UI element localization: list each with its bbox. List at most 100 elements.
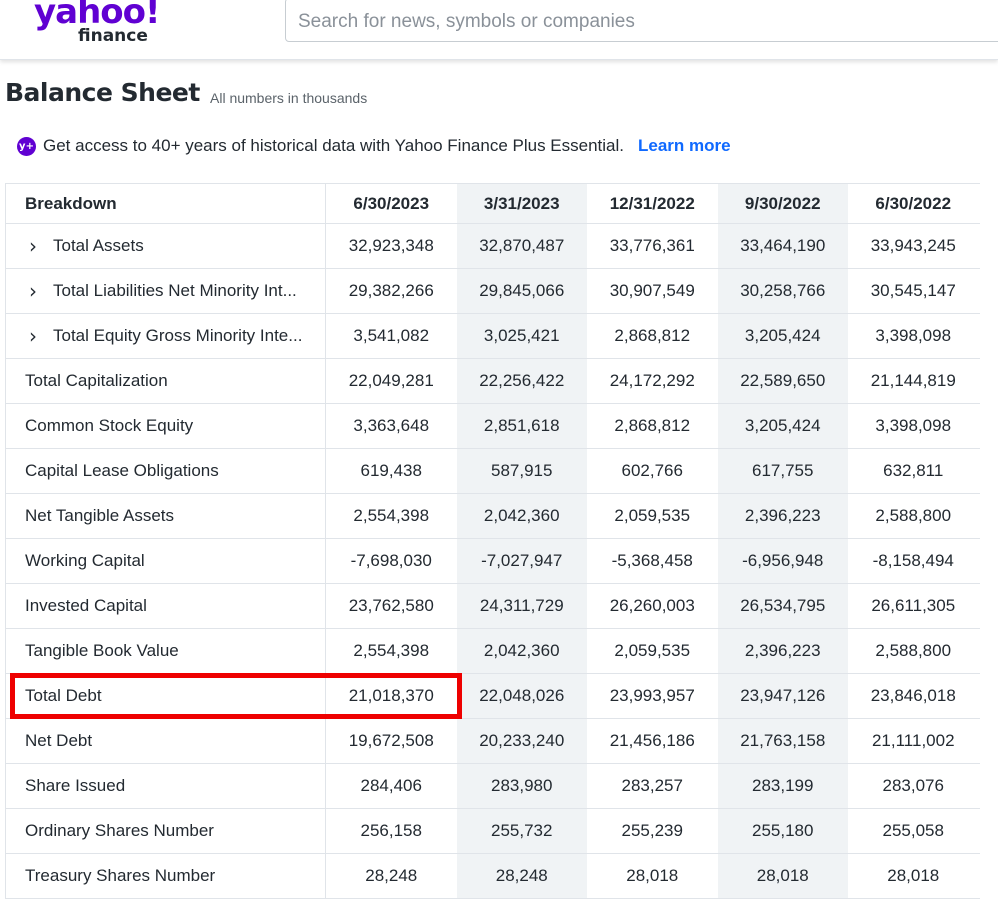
row-label: Ordinary Shares Number — [6, 809, 326, 853]
value-cell: -7,027,947 — [456, 539, 587, 583]
row-label[interactable]: › Total Liabilities Net Minority Int... — [6, 269, 326, 313]
value-cell: 22,048,026 — [456, 674, 587, 718]
table-row: Total Debt 21,018,370 22,048,026 23,993,957… — [6, 674, 980, 719]
value-cell: 2,042,360 — [456, 629, 587, 673]
value-cell: 2,396,223 — [717, 629, 848, 673]
promo-text: Get access to 40+ years of historical da… — [43, 136, 624, 155]
value-cell: 30,258,766 — [717, 269, 848, 313]
yahoo-finance-logo[interactable]: yahoo! finance — [34, 0, 164, 52]
column-header: 9/30/2022 — [717, 184, 848, 223]
value-cell: 3,541,082 — [353, 326, 430, 345]
value-cell: -5,368,458 — [611, 551, 693, 570]
row-label[interactable]: › Total Equity Gross Minority Inte... — [6, 314, 326, 358]
row-label-text: Total Equity Gross Minority Inte... — [53, 326, 303, 345]
value-cell: -6,956,948 — [717, 539, 848, 583]
row-label: Invested Capital — [6, 584, 326, 628]
chevron-right-icon[interactable]: › — [29, 326, 45, 346]
value-cell: 602,766 — [621, 461, 683, 480]
value-cell: 255,058 — [882, 821, 944, 840]
column-header: 6/30/2022 — [875, 193, 952, 213]
value-cell: 2,588,800 — [875, 641, 952, 660]
row-label: Net Debt — [6, 719, 326, 763]
balance-sheet-table: Breakdown 6/30/2023 3/31/2023 12/31/2022… — [5, 183, 980, 899]
value-cell: 617,755 — [717, 449, 848, 493]
row-label-text: Total Capitalization — [25, 371, 168, 390]
value-cell: 30,907,549 — [609, 281, 695, 300]
row-label-text: Net Tangible Assets — [25, 506, 174, 525]
row-label: Common Stock Equity — [6, 404, 326, 448]
learn-more-link[interactable]: Learn more — [638, 136, 731, 156]
value-cell: 22,589,650 — [717, 359, 848, 403]
promo-banner: y+ Get access to 40+ years of historical… — [17, 135, 731, 157]
value-cell: 283,199 — [717, 764, 848, 808]
value-cell: 28,018 — [887, 866, 940, 885]
value-cell: 23,947,126 — [717, 674, 848, 718]
value-cell: 2,554,398 — [353, 506, 430, 525]
table-row[interactable]: › Total Equity Gross Minority Inte... 3,54… — [6, 314, 980, 359]
table-row: Capital Lease Obligations 619,438 587,915 6… — [6, 449, 980, 494]
value-cell: 2,554,398 — [353, 641, 430, 660]
chevron-right-icon[interactable]: › — [29, 281, 45, 301]
value-cell: 2,396,223 — [717, 494, 848, 538]
table-row: Net Tangible Assets 2,554,398 2,042,360 2,0… — [6, 494, 980, 539]
row-label-text: Total Debt — [25, 686, 102, 705]
value-cell: 28,018 — [717, 854, 848, 898]
yahoo-plus-icon: y+ — [17, 136, 36, 156]
row-label-text: Total Liabilities Net Minority Int... — [53, 281, 297, 300]
row-label-text: Ordinary Shares Number — [25, 821, 214, 840]
value-cell: 26,534,795 — [717, 584, 848, 628]
value-cell: -7,698,030 — [350, 551, 432, 570]
row-label-text: Net Debt — [25, 731, 93, 750]
table-row[interactable]: › Total Liabilities Net Minority Int... 29… — [6, 269, 980, 314]
search-input[interactable] — [298, 9, 978, 35]
row-label[interactable]: › Total Assets — [6, 224, 326, 268]
value-cell: 2,042,360 — [456, 494, 587, 538]
row-label: Working Capital — [6, 539, 326, 583]
column-header: 6/30/2023 — [353, 193, 430, 213]
row-label: Tangible Book Value — [6, 629, 326, 673]
value-cell: 3,363,648 — [353, 416, 430, 435]
value-cell: 255,180 — [717, 809, 848, 853]
value-cell: 283,076 — [882, 776, 944, 795]
column-header: 3/31/2023 — [456, 184, 587, 223]
value-cell: 26,611,305 — [871, 596, 956, 615]
value-cell: 28,248 — [456, 854, 587, 898]
value-cell: -8,158,494 — [872, 551, 954, 570]
value-cell: 32,923,348 — [348, 236, 434, 255]
value-cell: 2,868,812 — [614, 326, 691, 345]
value-cell: 21,763,158 — [717, 719, 848, 763]
search-box[interactable] — [285, 0, 998, 42]
value-cell: 33,943,245 — [870, 236, 956, 255]
table-row: Treasury Shares Number 28,248 28,248 28,018… — [6, 854, 980, 899]
chevron-right-icon[interactable]: › — [29, 236, 45, 256]
row-label-text: Share Issued — [25, 776, 126, 795]
value-cell: 20,233,240 — [456, 719, 587, 763]
value-cell: 26,260,003 — [609, 596, 695, 615]
value-cell: 632,811 — [883, 461, 944, 480]
value-cell: 28,248 — [365, 866, 418, 885]
row-label-text: Treasury Shares Number — [25, 866, 216, 885]
breakdown-header: Breakdown — [6, 184, 326, 223]
value-cell: 32,870,487 — [456, 224, 587, 268]
value-cell: 22,049,281 — [348, 371, 434, 390]
row-label-text: Common Stock Equity — [25, 416, 194, 435]
row-label: Total Capitalization — [6, 359, 326, 403]
value-cell: 3,025,421 — [456, 314, 587, 358]
value-cell: 23,762,580 — [348, 596, 434, 615]
table-row: Working Capital -7,698,030 -7,027,947 -5,36… — [6, 539, 980, 584]
value-cell: 24,172,292 — [609, 371, 695, 390]
value-cell: 3,205,424 — [717, 314, 848, 358]
value-cell: 587,915 — [456, 449, 587, 493]
row-label: Treasury Shares Number — [6, 854, 326, 898]
value-cell: 2,868,812 — [614, 416, 691, 435]
row-label: Capital Lease Obligations — [6, 449, 326, 493]
value-cell: 21,111,002 — [871, 731, 955, 750]
value-cell: 33,464,190 — [717, 224, 848, 268]
value-cell: 23,846,018 — [870, 686, 956, 705]
value-cell: 29,382,266 — [348, 281, 434, 300]
table-row: Net Debt 19,672,508 20,233,240 21,456,186 21… — [6, 719, 980, 764]
table-row: Common Stock Equity 3,363,648 2,851,618 2,8… — [6, 404, 980, 449]
value-cell: 2,851,618 — [456, 404, 587, 448]
table-row[interactable]: › Total Assets 32,923,348 32,870,487 33,776,… — [6, 224, 980, 269]
value-cell: 3,398,098 — [875, 326, 952, 345]
